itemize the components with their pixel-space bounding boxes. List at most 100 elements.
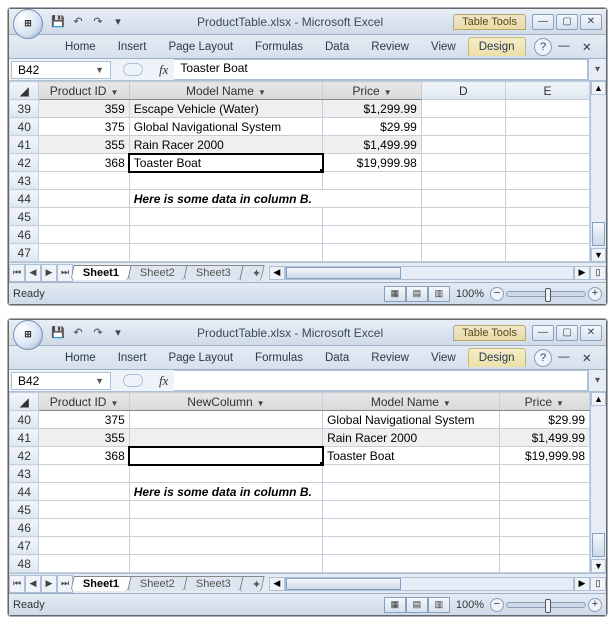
row-header[interactable]: 44 xyxy=(10,190,39,208)
note-cell[interactable]: Here is some data in column B. xyxy=(129,190,421,208)
cell[interactable] xyxy=(499,465,589,483)
cell[interactable] xyxy=(39,226,129,244)
vertical-scrollbar[interactable]: ▲ ▼ xyxy=(590,392,606,573)
cell[interactable]: Rain Racer 2000 xyxy=(323,429,500,447)
new-sheet-button[interactable]: ✦ xyxy=(239,265,264,281)
cell[interactable]: 368 xyxy=(39,154,129,172)
cell[interactable]: $1,499.99 xyxy=(499,429,589,447)
split-handle[interactable]: ▯ xyxy=(590,577,606,591)
cell[interactable]: 359 xyxy=(39,100,129,118)
scroll-right-icon[interactable]: ▶ xyxy=(574,577,590,591)
row-header[interactable]: 45 xyxy=(10,208,39,226)
tab-nav-first-icon[interactable]: ⏮ xyxy=(9,264,25,282)
cell[interactable] xyxy=(421,226,505,244)
ribbon-minimize-button[interactable]: — xyxy=(558,351,576,365)
cell[interactable]: 375 xyxy=(39,411,129,429)
zoom-out-button[interactable]: − xyxy=(490,287,504,301)
qat-dropdown-icon[interactable]: ▾ xyxy=(109,324,127,342)
zoom-thumb[interactable] xyxy=(545,288,551,302)
scroll-left-icon[interactable]: ◀ xyxy=(269,577,285,591)
column-header-b[interactable]: NewColumn▼ xyxy=(129,393,322,411)
spreadsheet-grid[interactable]: ◢ Product ID▼ Model Name▼ Price▼ D E 39 … xyxy=(9,81,590,262)
tab-nav-first-icon[interactable]: ⏮ xyxy=(9,575,25,593)
cell[interactable] xyxy=(499,519,589,537)
formula-input[interactable]: Toaster Boat xyxy=(174,59,588,80)
cell[interactable] xyxy=(39,519,129,537)
zoom-in-button[interactable]: + xyxy=(588,598,602,612)
name-box[interactable]: B42 ▼ xyxy=(11,61,111,79)
sheet-tab-sheet3[interactable]: Sheet3 xyxy=(183,265,243,280)
cell[interactable] xyxy=(421,100,505,118)
fx-icon[interactable]: fx xyxy=(153,62,174,78)
sheet-tab-sheet2[interactable]: Sheet2 xyxy=(127,265,187,280)
formula-bar-expand-icon[interactable]: ▾ xyxy=(588,59,606,80)
tab-page-layout[interactable]: Page Layout xyxy=(158,38,243,56)
qat-dropdown-icon[interactable]: ▾ xyxy=(109,13,127,31)
cell[interactable] xyxy=(421,244,505,262)
cell[interactable] xyxy=(39,483,129,501)
cell[interactable]: $1,499.99 xyxy=(323,136,422,154)
column-header-e[interactable]: E xyxy=(505,82,589,100)
redo-icon[interactable]: ↷ xyxy=(89,13,107,31)
scroll-right-icon[interactable]: ▶ xyxy=(574,266,590,280)
column-header-a[interactable]: Product ID▼ xyxy=(39,82,129,100)
minimize-button[interactable]: — xyxy=(532,14,554,30)
cell[interactable] xyxy=(39,190,129,208)
minimize-button[interactable]: — xyxy=(532,325,554,341)
row-header[interactable]: 43 xyxy=(10,172,39,190)
fx-icon[interactable]: fx xyxy=(153,373,174,389)
cell[interactable] xyxy=(323,537,500,555)
cell[interactable]: Toaster Boat xyxy=(323,447,500,465)
cell[interactable] xyxy=(499,483,589,501)
row-header[interactable]: 44 xyxy=(10,483,39,501)
scroll-thumb[interactable] xyxy=(592,222,605,246)
save-icon[interactable]: 💾 xyxy=(49,324,67,342)
select-all-button[interactable]: ◢ xyxy=(10,393,39,411)
cell[interactable]: $29.99 xyxy=(323,118,422,136)
cell[interactable] xyxy=(323,519,500,537)
cell[interactable] xyxy=(39,244,129,262)
view-page-layout-button[interactable]: ▤ xyxy=(406,286,428,302)
zoom-thumb[interactable] xyxy=(545,599,551,613)
cell[interactable] xyxy=(39,208,129,226)
cell[interactable] xyxy=(323,483,500,501)
help-icon[interactable]: ? xyxy=(534,38,552,56)
tab-view[interactable]: View xyxy=(421,349,466,367)
ribbon-minimize-button[interactable]: — xyxy=(558,40,576,54)
cell[interactable] xyxy=(129,555,322,573)
vertical-scrollbar[interactable]: ▲ ▼ xyxy=(590,81,606,262)
row-header[interactable]: 39 xyxy=(10,100,39,118)
row-header[interactable]: 41 xyxy=(10,429,39,447)
cell[interactable] xyxy=(323,501,500,519)
cell[interactable]: 355 xyxy=(39,429,129,447)
tab-review[interactable]: Review xyxy=(361,349,419,367)
horizontal-scrollbar[interactable]: ◀ ▶ xyxy=(269,266,590,280)
help-icon[interactable]: ? xyxy=(534,349,552,367)
column-header-c[interactable]: Price▼ xyxy=(323,82,422,100)
column-header-d[interactable]: Price▼ xyxy=(499,393,589,411)
split-handle[interactable]: ▯ xyxy=(590,266,606,280)
redo-icon[interactable]: ↷ xyxy=(89,324,107,342)
sheet-tab-sheet2[interactable]: Sheet2 xyxy=(127,576,187,591)
cell[interactable] xyxy=(129,172,322,190)
view-normal-button[interactable]: ▦ xyxy=(384,286,406,302)
cell[interactable] xyxy=(421,190,505,208)
column-header-d[interactable]: D xyxy=(421,82,505,100)
row-header[interactable]: 42 xyxy=(10,154,39,172)
row-header[interactable]: 46 xyxy=(10,226,39,244)
name-box[interactable]: B42 ▼ xyxy=(11,372,111,390)
cell[interactable] xyxy=(421,172,505,190)
close-button[interactable]: ✕ xyxy=(580,14,602,30)
tab-insert[interactable]: Insert xyxy=(108,38,157,56)
close-button[interactable]: ✕ xyxy=(580,325,602,341)
tab-home[interactable]: Home xyxy=(55,38,106,56)
maximize-button[interactable]: ▢ xyxy=(556,14,578,30)
tab-nav-prev-icon[interactable]: ◀ xyxy=(25,264,41,282)
zoom-out-button[interactable]: − xyxy=(490,598,504,612)
view-page-break-button[interactable]: ▥ xyxy=(428,286,450,302)
scroll-up-icon[interactable]: ▲ xyxy=(591,81,606,95)
cell[interactable]: Global Navigational System xyxy=(323,411,500,429)
cell[interactable]: $19,999.98 xyxy=(499,447,589,465)
tab-formulas[interactable]: Formulas xyxy=(245,349,313,367)
tab-home[interactable]: Home xyxy=(55,349,106,367)
